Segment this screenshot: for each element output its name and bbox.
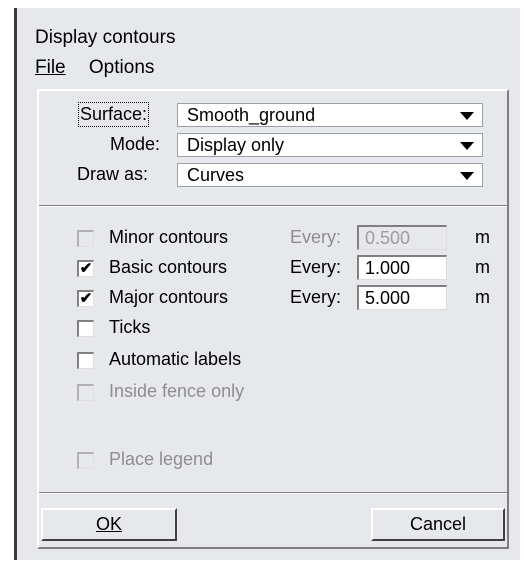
automatic-labels-label: Automatic labels <box>109 349 242 369</box>
dropdown-arrow-icon <box>460 112 474 120</box>
basic-unit: m <box>475 257 490 277</box>
mode-label: Mode: <box>110 134 161 154</box>
surface-label: Surface: <box>77 102 150 127</box>
draw-as-label: Draw as: <box>77 164 149 184</box>
cancel-button-label: Cancel <box>409 514 467 534</box>
ticks-label: Ticks <box>109 317 151 337</box>
basic-contours-label: Basic contours <box>109 257 228 277</box>
ticks-checkbox[interactable] <box>77 320 94 337</box>
separator <box>39 492 507 494</box>
automatic-labels-checkbox[interactable] <box>77 352 94 369</box>
major-unit: m <box>475 287 490 307</box>
minor-contours-label: Minor contours <box>109 227 229 247</box>
inside-fence-only-label: Inside fence only <box>109 381 245 401</box>
draw-as-value: Curves <box>187 165 245 185</box>
basic-interval-value: 1.000 <box>365 258 411 278</box>
mode-value: Display only <box>187 135 285 155</box>
dropdown-arrow-icon <box>460 142 474 150</box>
major-interval-input[interactable]: 5.000 <box>357 285 447 310</box>
minor-unit: m <box>475 227 490 247</box>
major-every-label: Every: <box>290 287 342 307</box>
place-legend-label: Place legend <box>109 449 214 469</box>
ok-button-label: OK <box>95 514 122 534</box>
mode-select[interactable]: Display only <box>177 133 483 157</box>
basic-interval-input[interactable]: 1.000 <box>357 255 447 280</box>
minor-interval-input[interactable]: 0.500 <box>357 225 447 250</box>
menu-file[interactable]: File <box>35 57 66 78</box>
check-icon: ✔ <box>79 260 93 277</box>
major-interval-value: 5.000 <box>365 288 411 308</box>
place-legend-checkbox[interactable] <box>77 452 94 469</box>
basic-every-label: Every: <box>290 257 342 277</box>
menu-bar: File Options <box>35 57 172 79</box>
window-title: Display contours <box>35 27 176 48</box>
dropdown-arrow-icon <box>460 172 474 180</box>
surface-select[interactable]: Smooth_ground <box>177 103 483 127</box>
separator <box>39 205 507 207</box>
draw-as-select[interactable]: Curves <box>177 163 483 187</box>
ok-button[interactable]: OK <box>41 508 177 541</box>
dialog-frame <box>37 89 509 549</box>
minor-every-label: Every: <box>290 227 342 247</box>
major-contours-label: Major contours <box>109 287 229 307</box>
cancel-button[interactable]: Cancel <box>371 508 505 541</box>
minor-contours-checkbox[interactable] <box>77 230 94 247</box>
minor-interval-value: 0.500 <box>365 228 411 248</box>
major-contours-checkbox[interactable]: ✔ <box>77 290 94 307</box>
inside-fence-only-checkbox[interactable] <box>77 384 94 401</box>
check-icon: ✔ <box>79 290 93 307</box>
menu-options[interactable]: Options <box>89 57 154 78</box>
display-contours-dialog: Display contours File Options Surface: S… <box>14 8 520 560</box>
basic-contours-checkbox[interactable]: ✔ <box>77 260 94 277</box>
surface-value: Smooth_ground <box>187 105 316 125</box>
